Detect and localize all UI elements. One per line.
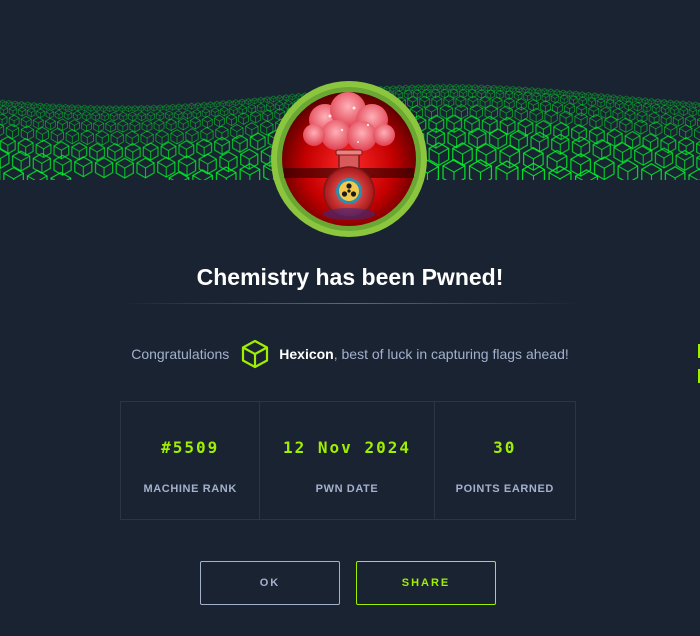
machine-avatar-icon — [271, 81, 427, 237]
username-link[interactable]: Hexicon — [279, 346, 333, 362]
ok-button[interactable]: OK — [200, 561, 340, 605]
pwn-date-value: 12 Nov 2024 — [283, 438, 411, 457]
points-earned-label: POINTS EARNED — [455, 483, 554, 495]
machine-rank-label: MACHINE RANK — [143, 483, 237, 495]
congrats-suffix: , best of luck in capturing flags ahead! — [333, 346, 569, 362]
page-title: Chemistry has been Pwned! — [196, 264, 504, 290]
title-divider — [120, 303, 580, 304]
congrats-message: Congratulations Hexicon, best of luck in… — [0, 336, 700, 372]
hexagon-cube-icon — [242, 339, 269, 369]
share-button[interactable]: SHARE — [356, 561, 496, 605]
stat-pwn-date: 12 Nov 2024 PWN DATE — [259, 402, 433, 519]
stats-table: #5509 MACHINE RANK 12 Nov 2024 PWN DATE … — [120, 401, 576, 520]
stat-points-earned: 30 POINTS EARNED — [433, 402, 575, 519]
machine-rank-value: #5509 — [161, 438, 220, 457]
pwn-date-label: PWN DATE — [315, 483, 379, 495]
congrats-prefix: Congratulations — [131, 346, 230, 362]
stat-machine-rank: #5509 MACHINE RANK — [121, 402, 259, 519]
pwned-modal: Chemistry has been Pwned! Congratulation… — [0, 0, 700, 636]
points-earned-value: 30 — [493, 438, 517, 457]
